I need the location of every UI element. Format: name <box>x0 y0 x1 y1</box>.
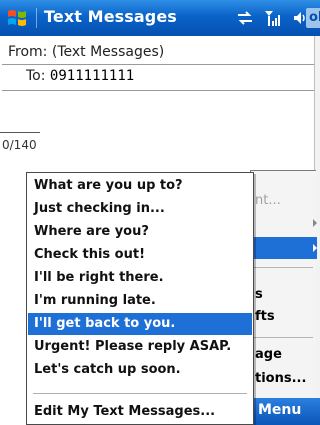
background-menu-item[interactable]: s <box>255 287 263 302</box>
background-menu-item[interactable]: fts <box>255 309 275 324</box>
title-separator <box>36 8 37 28</box>
submenu-arrow-icon <box>313 219 317 227</box>
windows-start-icon[interactable] <box>6 6 30 30</box>
from-divider <box>2 64 314 65</box>
ok-button[interactable]: ok <box>306 8 320 28</box>
char-counter: 0/140 <box>2 138 37 152</box>
from-value: (Text Messages) <box>51 44 165 60</box>
submenu-arrow-icon <box>313 244 317 252</box>
to-row[interactable]: To: 0911111111 <box>26 68 134 84</box>
menu-item-ill-get-back-to-you[interactable]: I'll get back to you. <box>28 313 252 335</box>
background-menu: nt... s fts age tions... <box>250 170 317 425</box>
menu-item-urgent-please-reply[interactable]: Urgent! Please reply ASAP. <box>28 336 252 358</box>
to-field[interactable]: 0911111111 <box>50 68 134 84</box>
menu-item-lets-catch-up-soon[interactable]: Let's catch up soon. <box>28 359 252 381</box>
background-menu-item[interactable]: age <box>255 347 282 362</box>
title-bar: Text Messages ok <box>0 0 320 36</box>
sync-icon[interactable] <box>236 10 254 26</box>
menu-item-im-running-late[interactable]: I'm running late. <box>28 290 252 312</box>
from-label: From: <box>8 44 48 60</box>
menu-softkey[interactable]: Menu <box>258 402 301 418</box>
status-icons <box>236 8 308 28</box>
to-label: To: <box>26 68 46 84</box>
menu-item-where-are-you[interactable]: Where are you? <box>28 221 252 243</box>
edit-my-text-messages-item[interactable]: Edit My Text Messages... <box>28 401 252 423</box>
menu-item-check-this-out[interactable]: Check this out! <box>28 244 252 266</box>
from-row[interactable]: From: (Text Messages) <box>8 44 164 60</box>
popup-divider <box>33 393 247 394</box>
background-menu-item[interactable]: tions... <box>255 371 306 386</box>
signal-icon[interactable] <box>264 9 282 27</box>
menu-item-just-checking-in[interactable]: Just checking in... <box>28 198 252 220</box>
background-menu-highlight[interactable] <box>251 237 317 259</box>
background-menu-divider <box>253 267 313 268</box>
to-divider <box>2 90 314 91</box>
counter-rule <box>0 132 40 133</box>
my-text-popup-menu: What are you up to? Just checking in... … <box>26 172 254 425</box>
window-title: Text Messages <box>44 7 177 26</box>
menu-item-ill-be-right-there[interactable]: I'll be right there. <box>28 267 252 289</box>
background-menu-divider <box>253 337 313 338</box>
background-menu-item[interactable]: nt... <box>255 193 281 208</box>
menu-item-what-are-you-up-to[interactable]: What are you up to? <box>28 175 252 197</box>
